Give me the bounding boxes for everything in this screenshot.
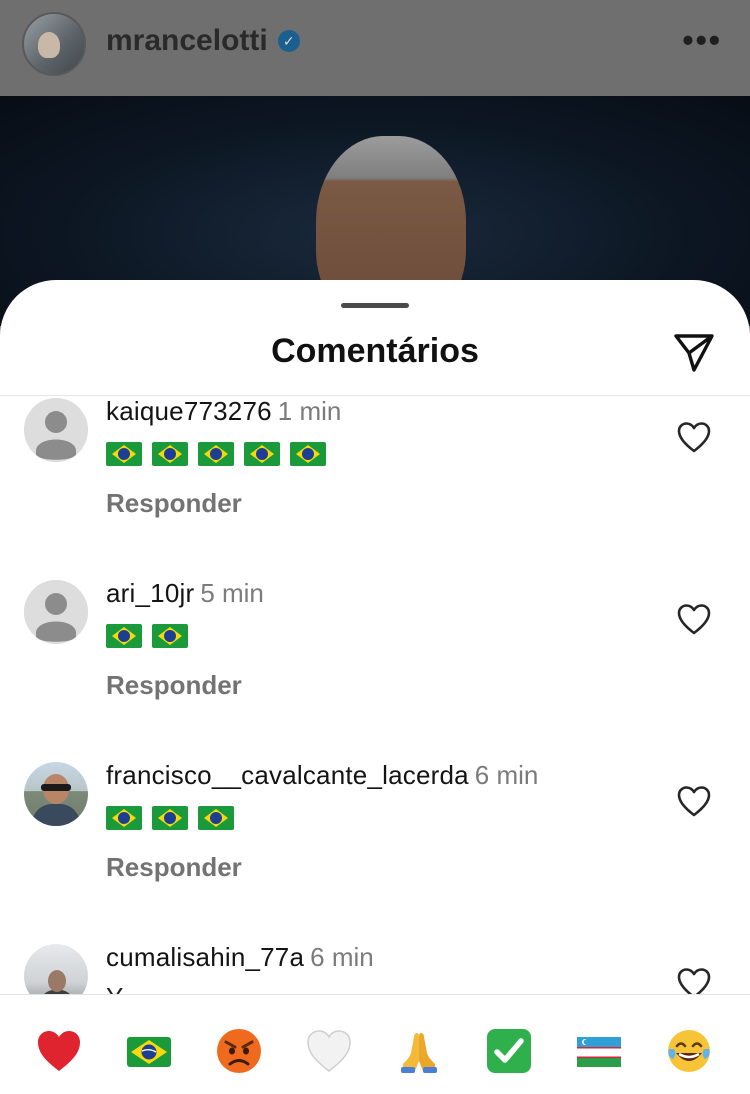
comment-item: francisco__cavalcante_lacerda 6 min Respo… bbox=[0, 760, 750, 942]
reply-button[interactable]: Responder bbox=[106, 670, 242, 701]
verified-check-icon: ✓ bbox=[277, 30, 300, 52]
comment-item: ari_10jr 5 min Responder bbox=[0, 578, 750, 760]
comment-text: Y bbox=[106, 982, 123, 994]
profile-photo-avatar[interactable] bbox=[24, 944, 88, 994]
comment-time: 5 min bbox=[200, 578, 264, 608]
heart-icon[interactable] bbox=[676, 784, 712, 820]
comment-header: cumalisahin_77a 6 min bbox=[106, 942, 374, 973]
comment-username[interactable]: ari_10jr bbox=[106, 578, 194, 608]
comments-sheet: Comentários kaique7732761 min Responder bbox=[0, 280, 750, 1094]
default-avatar[interactable] bbox=[24, 580, 88, 644]
reply-button[interactable]: Responder bbox=[106, 852, 242, 883]
comments-list: kaique773276 1 min Responder ari_10jr 5 mi… bbox=[0, 396, 750, 994]
brazil-flag-icon bbox=[290, 442, 326, 466]
brazil-flag-icon[interactable] bbox=[125, 1027, 173, 1075]
uzbekistan-flag-icon[interactable] bbox=[575, 1027, 623, 1075]
brazil-flag-icon bbox=[198, 442, 234, 466]
comment-item: cumalisahin_77a6 min Y bbox=[0, 942, 750, 994]
heart-icon[interactable] bbox=[676, 602, 712, 638]
send-icon[interactable] bbox=[670, 328, 718, 376]
check-mark-button-icon[interactable] bbox=[485, 1027, 533, 1075]
reply-button[interactable]: Responder bbox=[106, 488, 242, 519]
comment-text bbox=[106, 442, 326, 466]
comment-username[interactable]: francisco__cavalcante_lacerda bbox=[106, 760, 469, 790]
comment-text bbox=[106, 806, 234, 830]
brazil-flag-icon bbox=[198, 806, 234, 830]
more-dots-icon[interactable]: ••• bbox=[682, 22, 722, 59]
brazil-flag-icon bbox=[152, 442, 188, 466]
emoji-reaction-bar bbox=[0, 994, 750, 1094]
sheet-title: Comentários bbox=[271, 332, 479, 370]
comment-time: 1 min bbox=[277, 396, 342, 426]
tears-of-joy-icon[interactable] bbox=[665, 1027, 713, 1075]
default-avatar[interactable] bbox=[24, 398, 88, 462]
brazil-flag-icon bbox=[106, 442, 142, 466]
heart-icon[interactable] bbox=[676, 966, 712, 994]
profile-photo-avatar[interactable] bbox=[24, 762, 88, 826]
comment-time: 6 min bbox=[474, 760, 539, 790]
heart-icon[interactable] bbox=[676, 420, 712, 456]
comment-header: francisco__cavalcante_lacerda 6 min bbox=[106, 760, 538, 791]
comment-header: ari_10jr 5 min bbox=[106, 578, 264, 609]
sheet-drag-handle[interactable] bbox=[341, 303, 409, 308]
comment-username[interactable]: cumalisahin_77a bbox=[106, 942, 304, 972]
post-header: mrancelotti ✓ ••• bbox=[0, 0, 750, 96]
brazil-flag-icon bbox=[106, 624, 142, 648]
comment-item: kaique773276 1 min Responder bbox=[0, 396, 750, 578]
folded-hands-icon[interactable] bbox=[395, 1027, 443, 1075]
brazil-flag-icon bbox=[106, 806, 142, 830]
red-heart-icon[interactable] bbox=[35, 1027, 83, 1075]
comment-time: 6 min bbox=[310, 942, 374, 972]
brazil-flag-icon bbox=[152, 624, 188, 648]
comment-username[interactable]: kaique773276 bbox=[106, 396, 272, 426]
brazil-flag-icon bbox=[152, 806, 188, 830]
angry-face-icon[interactable] bbox=[215, 1027, 263, 1075]
comment-header: kaique773276 1 min bbox=[106, 396, 341, 427]
post-author-username[interactable]: mrancelotti bbox=[106, 24, 268, 58]
white-heart-icon[interactable] bbox=[305, 1027, 353, 1075]
brazil-flag-icon bbox=[244, 442, 280, 466]
post-author-avatar[interactable] bbox=[22, 12, 86, 76]
post-author[interactable]: mrancelotti ✓ bbox=[106, 24, 300, 58]
comment-text bbox=[106, 624, 188, 648]
